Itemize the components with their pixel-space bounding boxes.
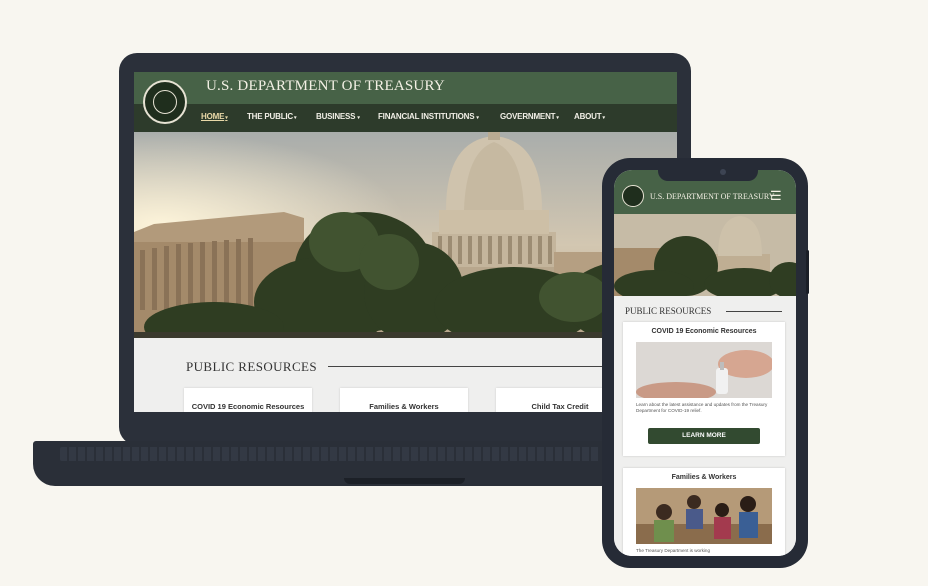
laptop-screen: U.S. DEPARTMENT OF TREASURY HOME▾ THE PU… bbox=[134, 72, 677, 412]
card-description: The Treasury Department is working bbox=[636, 548, 711, 553]
front-camera-icon bbox=[720, 169, 726, 175]
mobile-resource-card-families[interactable]: Families & Workers The Treasury Departme… bbox=[623, 468, 785, 556]
laptop-hinge-notch bbox=[344, 478, 465, 484]
card-description: Learn about the latest assistance and up… bbox=[636, 402, 768, 413]
hamburger-menu-icon[interactable]: ☰ bbox=[770, 189, 782, 202]
phone-screen: U.S. DEPARTMENT OF TREASURY ☰ PUBLIC RES… bbox=[614, 170, 796, 556]
mobile-public-resources-section: PUBLIC RESOURCES COVID 19 Economic Resou… bbox=[614, 296, 796, 556]
nav-item-the-public[interactable]: THE PUBLIC▾ bbox=[247, 112, 297, 121]
nav-item-about[interactable]: ABOUT▾ bbox=[574, 112, 605, 121]
card-title: COVID 19 Economic Resources bbox=[651, 328, 757, 335]
nav-item-financial-institutions[interactable]: FINANCIAL INSTITUTIONS ▾ bbox=[378, 112, 479, 121]
treasury-seal-logo-mobile[interactable] bbox=[622, 185, 644, 207]
phone-notch bbox=[658, 163, 758, 181]
mobile-hero-image-capitol bbox=[614, 214, 796, 296]
mobile-resource-card-covid[interactable]: COVID 19 Economic Resources Learn about … bbox=[623, 322, 785, 456]
heading-divider bbox=[328, 366, 628, 367]
laptop-keyboard bbox=[60, 447, 600, 461]
mobile-heading-divider bbox=[726, 311, 782, 312]
hero-image-capitol bbox=[134, 132, 677, 338]
section-heading: PUBLIC RESOURCES bbox=[186, 359, 318, 374]
family-photo bbox=[636, 488, 772, 544]
nav-item-business[interactable]: BUSINESS ▾ bbox=[316, 112, 360, 121]
sanitizer-photo bbox=[636, 342, 772, 398]
nav-item-government[interactable]: GOVERNMENT▾ bbox=[500, 112, 559, 121]
nav-item-home[interactable]: HOME▾ bbox=[201, 112, 228, 121]
phone-side-button bbox=[806, 250, 809, 294]
seal-inner-ring-icon bbox=[153, 90, 177, 114]
public-resources-section: PUBLIC RESOURCES COVID 19 Economic Resou… bbox=[134, 338, 677, 412]
mobile-site-title[interactable]: U.S. DEPARTMENT OF TREASURY bbox=[650, 192, 775, 201]
site-title[interactable]: U.S. DEPARTMENT OF TREASURY bbox=[206, 78, 445, 95]
card-title: Families & Workers bbox=[671, 474, 737, 481]
mobile-section-heading: PUBLIC RESOURCES bbox=[625, 306, 712, 316]
treasury-seal-logo[interactable] bbox=[143, 80, 187, 124]
resource-card-families[interactable]: Families & Workers bbox=[340, 388, 468, 412]
resource-card-covid[interactable]: COVID 19 Economic Resources bbox=[184, 388, 312, 412]
learn-more-button[interactable]: LEARN MORE bbox=[648, 428, 760, 444]
